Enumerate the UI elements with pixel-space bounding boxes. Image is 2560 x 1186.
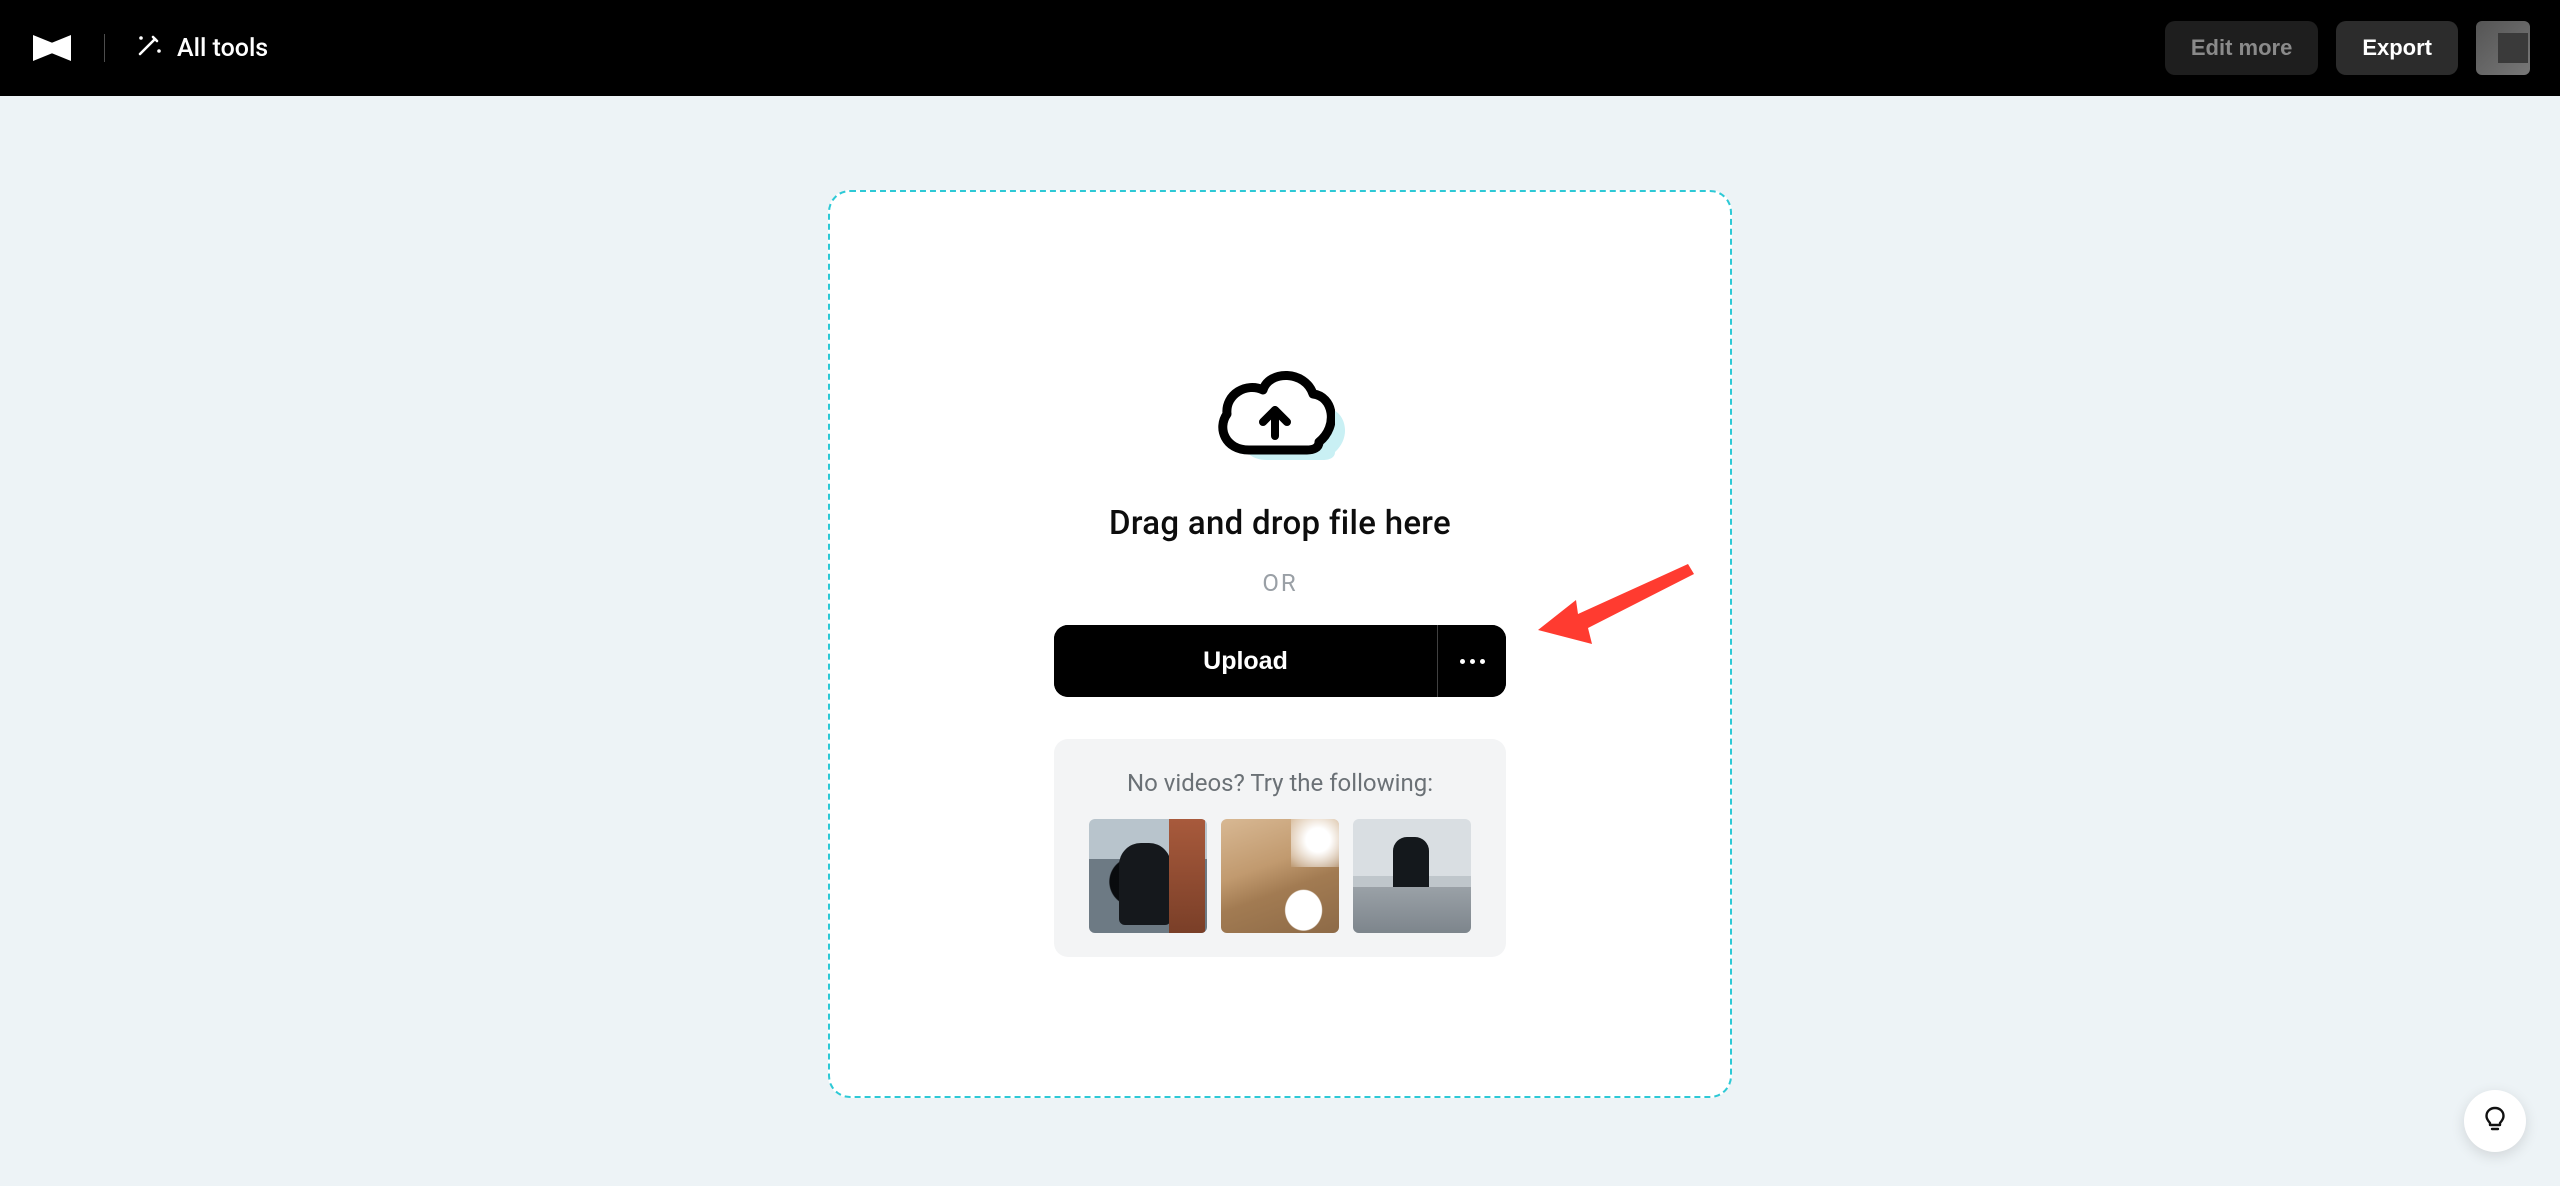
upload-button-row: Upload bbox=[1054, 625, 1506, 697]
app-header: All tools Edit more Export bbox=[0, 0, 2560, 96]
dropzone-title: Drag and drop file here bbox=[1109, 504, 1451, 543]
app-logo-icon[interactable] bbox=[30, 28, 74, 68]
sample-thumbnail-3[interactable] bbox=[1353, 819, 1471, 933]
lightbulb-icon bbox=[2481, 1105, 2509, 1137]
magic-wand-icon bbox=[135, 31, 163, 66]
samples-title: No videos? Try the following: bbox=[1127, 769, 1433, 797]
user-avatar[interactable] bbox=[2476, 21, 2530, 75]
sample-thumbnail-2[interactable] bbox=[1221, 819, 1339, 933]
avatar-placeholder-icon bbox=[2498, 33, 2528, 63]
sample-thumbnails bbox=[1089, 819, 1471, 933]
sample-videos-panel: No videos? Try the following: bbox=[1054, 739, 1506, 957]
upload-dropzone[interactable]: Drag and drop file here OR Upload No vid… bbox=[828, 190, 1732, 1098]
help-button[interactable] bbox=[2464, 1090, 2526, 1152]
header-right: Edit more Export bbox=[2165, 21, 2530, 75]
header-divider bbox=[104, 34, 105, 62]
cloud-upload-icon bbox=[1215, 366, 1345, 476]
all-tools-button[interactable]: All tools bbox=[135, 31, 268, 66]
upload-button[interactable]: Upload bbox=[1054, 625, 1438, 697]
upload-more-options-button[interactable] bbox=[1438, 625, 1506, 697]
dropzone-or-label: OR bbox=[1262, 569, 1297, 597]
all-tools-label: All tools bbox=[177, 34, 268, 63]
sample-thumbnail-1[interactable] bbox=[1089, 819, 1207, 933]
edit-more-button[interactable]: Edit more bbox=[2165, 21, 2318, 75]
main-area: Drag and drop file here OR Upload No vid… bbox=[0, 96, 2560, 1098]
more-icon bbox=[1460, 659, 1485, 664]
export-button[interactable]: Export bbox=[2336, 21, 2458, 75]
header-left: All tools bbox=[30, 28, 268, 68]
